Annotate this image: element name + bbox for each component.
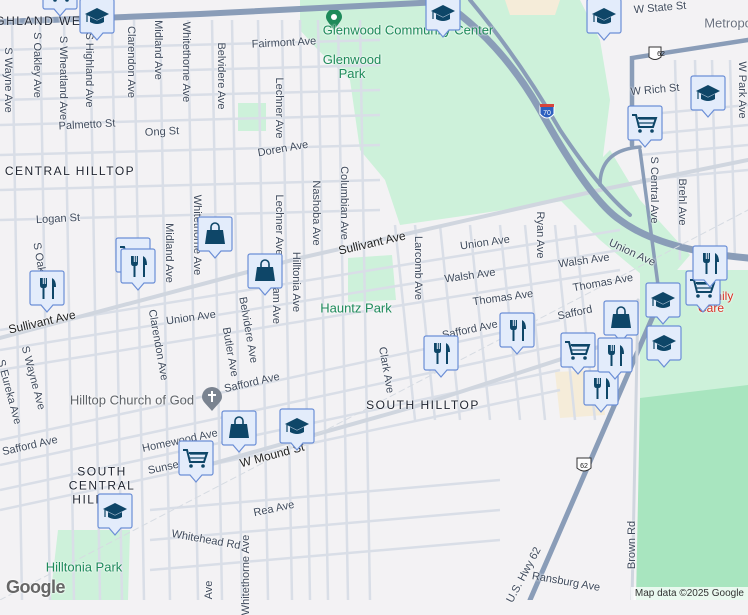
- poi-glenwood-community-center[interactable]: Glenwood Community Center: [323, 23, 494, 38]
- street-label: Ong St: [144, 125, 180, 139]
- marker-school[interactable]: [645, 282, 681, 326]
- marker-school[interactable]: [279, 408, 315, 452]
- area-south-hilltop: SOUTH HILLTOP: [366, 398, 480, 412]
- street-label: S Wheatland Ave: [57, 35, 69, 121]
- street-label: Belvidere Ave: [215, 42, 227, 110]
- marker-grocery[interactable]: [42, 0, 78, 18]
- street-label: Nashoba Ave: [310, 180, 322, 246]
- marker-school[interactable]: [425, 0, 461, 39]
- street-line: [728, 59, 737, 261]
- poi-hilltonia-park[interactable]: Hilltonia Park: [46, 560, 123, 575]
- area-metropolitan: Metropolitan: [704, 15, 748, 31]
- street-label: Hilltonia Ave: [290, 251, 302, 313]
- poi-glenwood-park[interactable]: Glenwood Park: [317, 53, 387, 81]
- marker-grocery[interactable]: [178, 440, 214, 484]
- street-line: [158, 19, 172, 600]
- street-line: [132, 19, 146, 600]
- poi-hilltop-church[interactable]: Hilltop Church of God: [70, 393, 194, 408]
- street-label: Whitethorne Ave: [240, 534, 252, 615]
- marker-school[interactable]: [79, 0, 115, 42]
- street-label: Ryan Ave: [534, 211, 546, 259]
- marker-restaurant[interactable]: [29, 270, 65, 314]
- map-attribution[interactable]: Map data ©2025 Google: [630, 587, 748, 600]
- marker-grocery[interactable]: [627, 105, 663, 149]
- marker-restaurant[interactable]: [499, 312, 535, 356]
- svg-text:62: 62: [657, 51, 665, 58]
- street-line: [438, 224, 462, 421]
- cemetery: [636, 385, 748, 600]
- marker-school[interactable]: [97, 493, 133, 537]
- marker-school[interactable]: [690, 75, 726, 119]
- street-label: S Central Ave: [648, 156, 660, 224]
- commercial-area-top: [505, 0, 560, 15]
- marker-shopping[interactable]: [197, 216, 233, 260]
- street-label: Brown Rd: [626, 520, 638, 570]
- street-label: Clarendon Ave: [125, 26, 137, 98]
- us62-shield-north: 62: [648, 46, 665, 60]
- street-label: Ave: [203, 580, 215, 600]
- street-label: S Oakley Ave: [31, 32, 43, 98]
- street-label: Lechner Ave: [273, 194, 285, 256]
- hauntz-park: [348, 255, 396, 302]
- poi-hauntz-park[interactable]: Hauntz Park: [320, 301, 392, 316]
- marker-shopping[interactable]: [247, 253, 283, 297]
- marker-restaurant[interactable]: [120, 248, 156, 292]
- us62-shield-south: 62: [576, 457, 592, 472]
- i70-shield: 70: [539, 104, 555, 119]
- marker-restaurant[interactable]: [597, 337, 633, 381]
- street-label: Midland Ave: [163, 223, 175, 283]
- marker-restaurant[interactable]: [423, 335, 459, 379]
- svg-text:70: 70: [543, 110, 551, 117]
- street-label: Whitethorne Ave: [180, 21, 192, 103]
- svg-text:62: 62: [580, 463, 588, 470]
- google-logo: Google: [6, 577, 66, 597]
- street-label: Logan St: [35, 211, 81, 227]
- marker-shopping[interactable]: [221, 410, 257, 454]
- street-label: Midland Ave: [152, 20, 164, 80]
- area-central-hilltop: CENTRAL HILLTOP: [4, 164, 136, 178]
- street-label: Larcomb Ave: [412, 235, 424, 301]
- street-label: S Highland Ave: [83, 32, 95, 108]
- street-label: Columbian Ave: [338, 166, 350, 240]
- marker-school[interactable]: [586, 0, 622, 42]
- marker-school[interactable]: [646, 325, 682, 369]
- street-line: [186, 19, 200, 600]
- street-label: Lechner Ave: [273, 77, 285, 139]
- marker-restaurant[interactable]: [692, 245, 728, 289]
- street-label: S Wayne Ave: [2, 47, 14, 113]
- street-label: Brehl Ave: [676, 178, 688, 226]
- church-cross-icon[interactable]: [202, 387, 222, 416]
- street-label: W Park Ave: [736, 61, 748, 119]
